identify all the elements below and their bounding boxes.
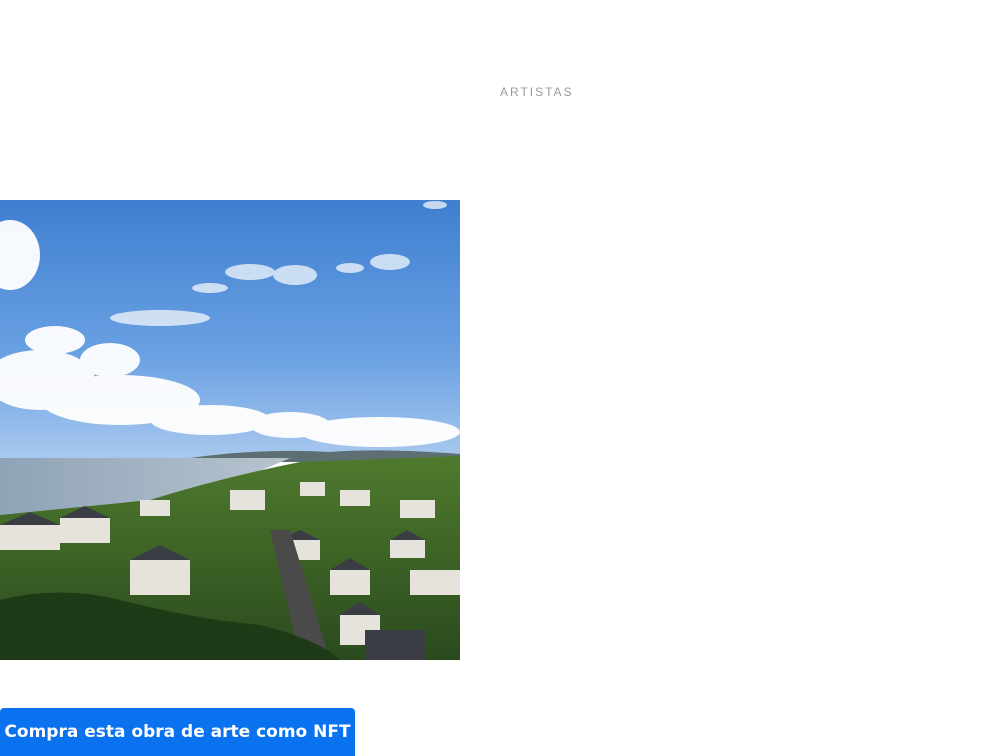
nav-link-artists[interactable]: ARTISTAS: [500, 85, 574, 99]
buy-nft-button[interactable]: Compra esta obra de arte como NFT: [0, 708, 355, 756]
artwork-image: [0, 200, 460, 660]
